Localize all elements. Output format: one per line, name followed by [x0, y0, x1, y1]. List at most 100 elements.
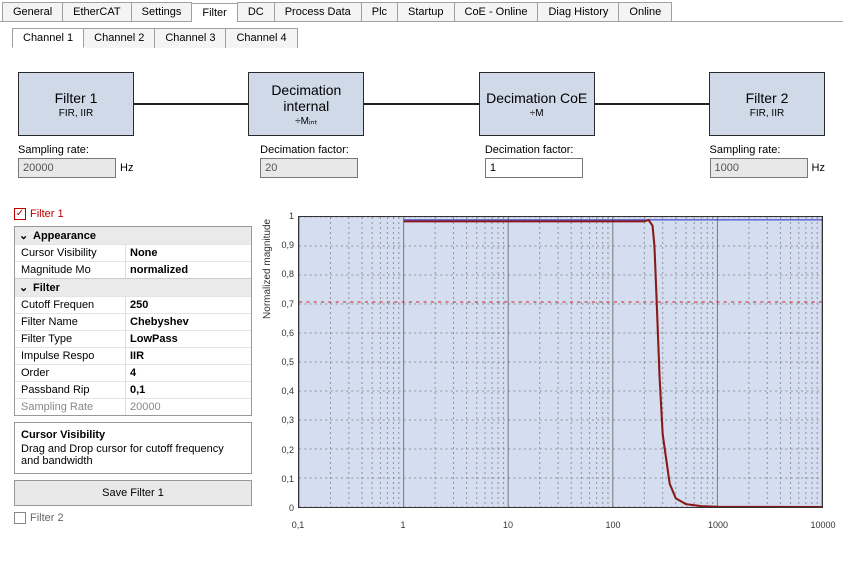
pipeline-block-2[interactable]: Decimation CoE ÷M — [479, 72, 595, 136]
pipeline-param-unit: Hz — [812, 162, 825, 174]
prop-row[interactable]: Cutoff Frequen250 — [15, 296, 251, 313]
pipeline-block-subtitle: ÷Mᵢₙₜ — [295, 116, 317, 127]
lower-area: Filter 1 ⌄ Appearance Cursor VisibilityN… — [14, 208, 829, 530]
save-filter1-button[interactable]: Save Filter 1 — [14, 480, 252, 506]
prop-row[interactable]: Order4 — [15, 364, 251, 381]
prop-key: Impulse Respo — [15, 348, 125, 364]
tab-general[interactable]: General — [2, 2, 63, 21]
pipeline-block-1[interactable]: Decimation internal÷Mᵢₙₜ — [248, 72, 364, 136]
propgrid-cat-appearance-label: Appearance — [33, 230, 96, 242]
prop-row[interactable]: Filter TypeLowPass — [15, 330, 251, 347]
propgrid-cat-filter[interactable]: ⌄ Filter — [15, 278, 251, 296]
prop-value[interactable]: 250 — [125, 297, 251, 313]
prop-value[interactable]: IIR — [125, 348, 251, 364]
prop-row[interactable]: Filter NameChebyshev — [15, 313, 251, 330]
pipeline-param-input-0 — [18, 158, 116, 178]
chart-y-tick: 0,6 — [274, 328, 294, 338]
prop-value[interactable]: None — [125, 245, 251, 261]
pipeline-block-0[interactable]: Filter 1 FIR, IIR — [18, 72, 134, 136]
tab-plc[interactable]: Plc — [361, 2, 398, 21]
filter1-checkbox-label: Filter 1 — [30, 208, 64, 220]
chart-x-tick: 10000 — [810, 520, 835, 530]
prop-row[interactable]: Passband Rip0,1 — [15, 381, 251, 398]
pipeline-block-subtitle: FIR, IIR — [750, 108, 784, 119]
prop-key: Order — [15, 365, 125, 381]
tab-diag-history[interactable]: Diag History — [537, 2, 619, 21]
prop-value[interactable]: LowPass — [125, 331, 251, 347]
property-description: Cursor Visibility Drag and Drop cursor f… — [14, 422, 252, 474]
filter2-checkbox-label: Filter 2 — [30, 512, 64, 524]
pipeline-params: Sampling rate:HzDecimation factor:Decima… — [14, 144, 829, 178]
pipeline-block-title: Decimation CoE — [486, 90, 587, 106]
chart-y-tick: 1 — [274, 211, 294, 221]
pipeline-block-subtitle: ÷M — [530, 108, 544, 119]
chevron-down-icon[interactable]: ⌄ — [19, 281, 29, 294]
prop-key: Cutoff Frequen — [15, 297, 125, 313]
pipeline-block-subtitle: FIR, IIR — [59, 108, 93, 119]
tab-settings[interactable]: Settings — [131, 2, 193, 21]
filter1-checkbox-line[interactable]: Filter 1 — [14, 208, 252, 220]
chart-y-tick: 0,8 — [274, 269, 294, 279]
window-root: GeneralEtherCATSettingsFilterDCProcess D… — [0, 0, 843, 580]
prop-row[interactable]: Magnitude Monormalized — [15, 261, 251, 278]
property-grid[interactable]: ⌄ Appearance Cursor VisibilityNoneMagnit… — [14, 226, 252, 416]
chart-y-tick: 0,1 — [274, 474, 294, 484]
prop-row[interactable]: Cursor VisibilityNone — [15, 244, 251, 261]
chart-x-tick: 10 — [503, 520, 513, 530]
pipeline-block-3[interactable]: Filter 2 FIR, IIR — [709, 72, 825, 136]
chart-y-tick: 0,9 — [274, 240, 294, 250]
pipeline-block-title: Filter 2 — [746, 90, 789, 106]
channel-subtabs: Channel 1Channel 2Channel 3Channel 4 — [0, 22, 843, 48]
chart-y-axis-label: Normalized magnitude — [262, 219, 273, 319]
prop-value[interactable]: normalized — [125, 262, 251, 278]
filter2-checkbox[interactable] — [14, 512, 26, 524]
chevron-down-icon[interactable]: ⌄ — [19, 229, 29, 242]
prop-value[interactable]: Chebyshev — [125, 314, 251, 330]
tab-filter[interactable]: Filter — [191, 3, 237, 22]
filter2-checkbox-line[interactable]: Filter 2 — [14, 512, 252, 524]
pipeline-param-0: Sampling rate:Hz — [18, 144, 133, 178]
chart-y-tick: 0,5 — [274, 357, 294, 367]
left-column: Filter 1 ⌄ Appearance Cursor VisibilityN… — [14, 208, 252, 530]
pipeline-param-input-1 — [260, 158, 358, 178]
chart-svg — [299, 217, 822, 507]
prop-key: Sampling Rate — [15, 399, 125, 415]
subtab-channel-2[interactable]: Channel 2 — [83, 28, 155, 48]
filter1-checkbox[interactable] — [14, 208, 26, 220]
pipeline-param-input-2[interactable] — [485, 158, 583, 178]
pipeline-param-label: Decimation factor: — [485, 144, 583, 156]
pipeline-param-label: Sampling rate: — [18, 144, 133, 156]
propgrid-cat-appearance[interactable]: ⌄ Appearance — [15, 227, 251, 244]
prop-row[interactable]: Impulse RespoIIR — [15, 347, 251, 364]
pipeline-block-title: Filter 1 — [55, 90, 98, 106]
prop-key: Magnitude Mo — [15, 262, 125, 278]
tab-process-data[interactable]: Process Data — [274, 2, 362, 21]
subtab-channel-3[interactable]: Channel 3 — [154, 28, 226, 48]
tab-online[interactable]: Online — [618, 2, 672, 21]
tab-ethercat[interactable]: EtherCAT — [62, 2, 131, 21]
chart-x-tick: 100 — [605, 520, 620, 530]
tab-startup[interactable]: Startup — [397, 2, 454, 21]
chart-y-tick: 0,2 — [274, 445, 294, 455]
subtab-channel-4[interactable]: Channel 4 — [225, 28, 297, 48]
prop-key: Passband Rip — [15, 382, 125, 398]
propgrid-cat-filter-label: Filter — [33, 282, 60, 294]
prop-value[interactable]: 20000 — [125, 399, 251, 415]
pipeline-connector — [134, 103, 248, 105]
pipeline-connector — [364, 103, 478, 105]
prop-value[interactable]: 4 — [125, 365, 251, 381]
subtab-channel-1[interactable]: Channel 1 — [12, 28, 84, 48]
chart-x-tick: 1 — [400, 520, 405, 530]
chart-y-tick: 0,3 — [274, 415, 294, 425]
chart-y-tick: 0 — [274, 503, 294, 513]
pipeline-param-label: Sampling rate: — [710, 144, 825, 156]
chart-plot-area[interactable] — [298, 216, 823, 508]
tab-coe-online[interactable]: CoE - Online — [454, 2, 539, 21]
pipeline-param-2: Decimation factor: — [485, 144, 583, 178]
prop-key: Filter Name — [15, 314, 125, 330]
prop-row[interactable]: Sampling Rate20000 — [15, 398, 251, 415]
pipeline-param-input-3 — [710, 158, 808, 178]
tab-dc[interactable]: DC — [237, 2, 275, 21]
prop-value[interactable]: 0,1 — [125, 382, 251, 398]
property-description-body: Drag and Drop cursor for cutoff frequenc… — [21, 443, 245, 467]
